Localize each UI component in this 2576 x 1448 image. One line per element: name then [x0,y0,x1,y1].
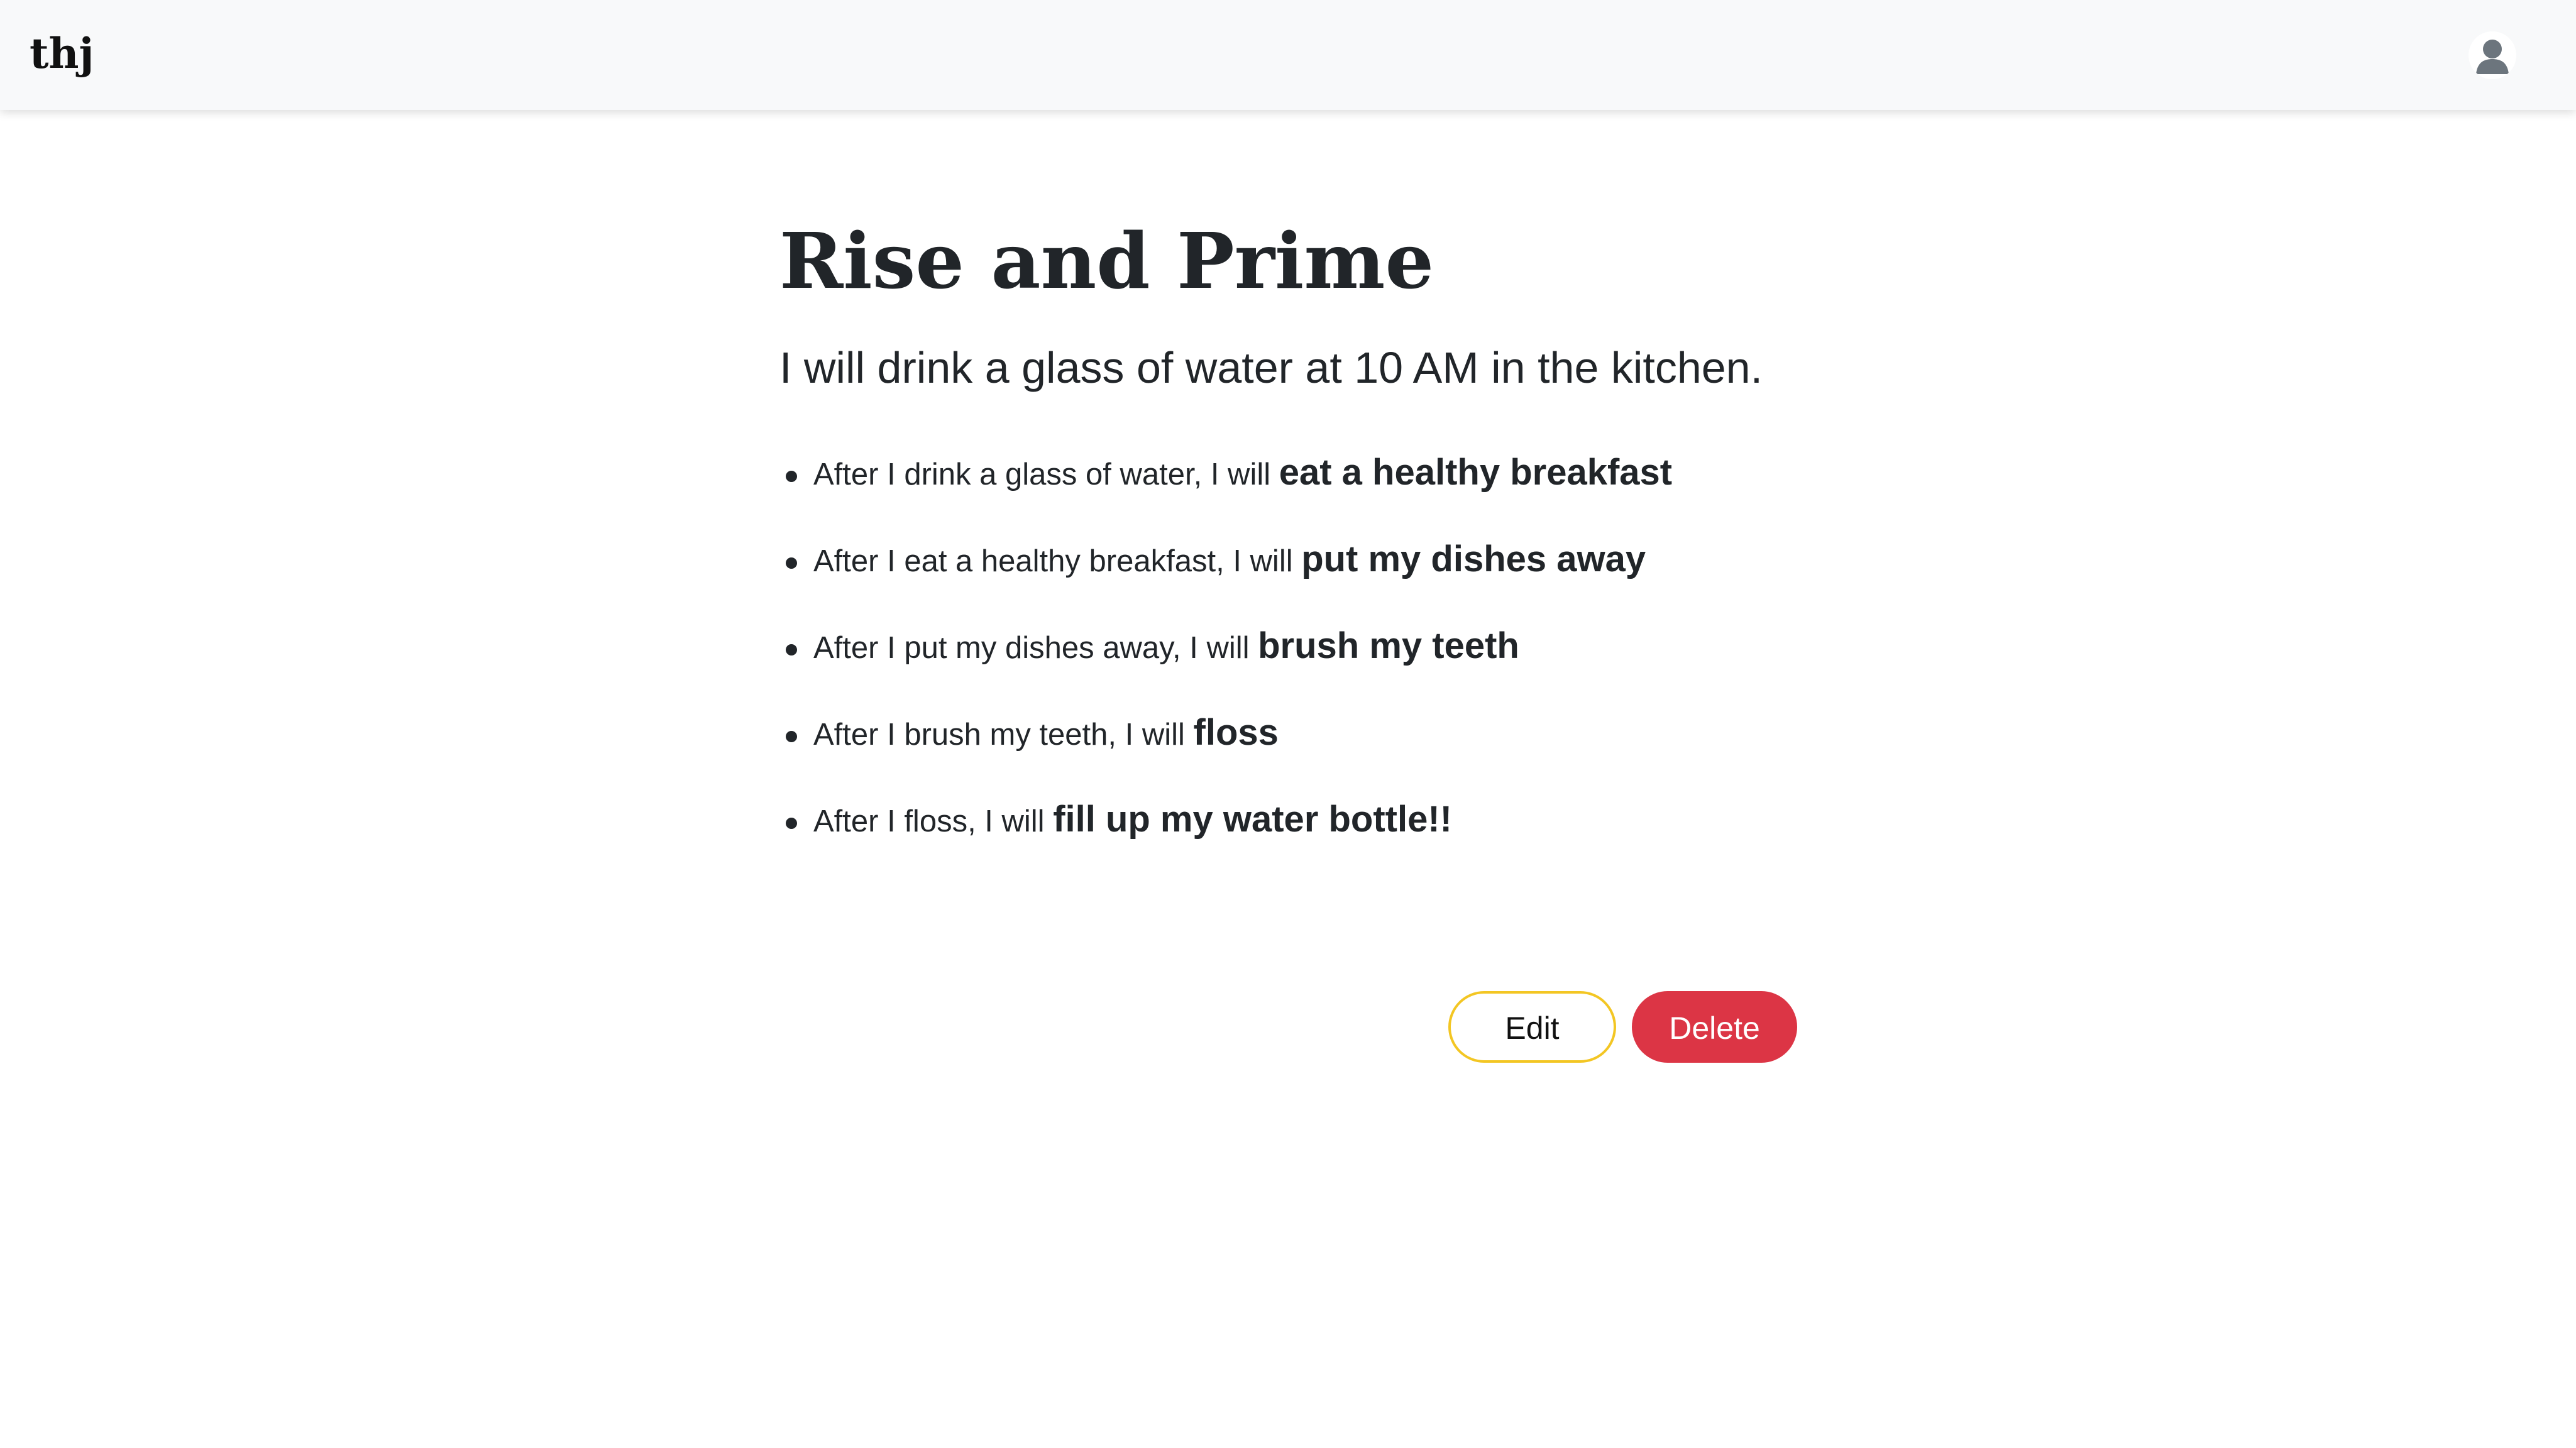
edit-button[interactable]: Edit [1448,991,1616,1063]
habit-name: fill up my water bottle!! [1053,799,1452,840]
habit-cue-text: After I eat a healthy breakfast, I will [813,544,1302,578]
page-title: Rise and Prime [779,216,1434,306]
list-item: After I eat a healthy breakfast, I will … [779,528,1798,615]
list-item: After I floss, I will fill up my water b… [779,788,1798,875]
list-item: After I put my dishes away, I will brush… [779,615,1798,701]
implementation-intention: I will drink a glass of water at 10 AM i… [779,343,1763,392]
delete-button[interactable]: Delete [1632,991,1797,1063]
list-item: After I drink a glass of water, I will e… [779,441,1798,528]
habit-cue-text: After I put my dishes away, I will [813,631,1258,665]
user-avatar-icon[interactable] [2469,31,2516,79]
bullet-icon [786,818,797,829]
habit-stack-detail: Rise and Prime I will drink a glass of w… [779,207,1798,875]
habit-name: brush my teeth [1258,625,1519,666]
top-navbar: thj [0,0,2576,110]
brand-logo[interactable]: thj [30,25,94,82]
bullet-icon [786,644,797,655]
habit-name: eat a healthy breakfast [1279,452,1673,493]
habit-cue-text: After I brush my teeth, I will [813,718,1194,752]
bullet-icon [786,471,797,482]
list-item: After I brush my teeth, I will floss [779,701,1798,788]
person-icon [2469,31,2516,79]
habit-name: put my dishes away [1301,539,1646,579]
bullet-icon [786,731,797,742]
habit-list: After I drink a glass of water, I will e… [779,441,1798,875]
habit-name: floss [1193,712,1279,753]
habit-cue-text: After I drink a glass of water, I will [813,458,1279,491]
habit-cue-text: After I floss, I will [813,804,1054,838]
bullet-icon [786,557,797,569]
